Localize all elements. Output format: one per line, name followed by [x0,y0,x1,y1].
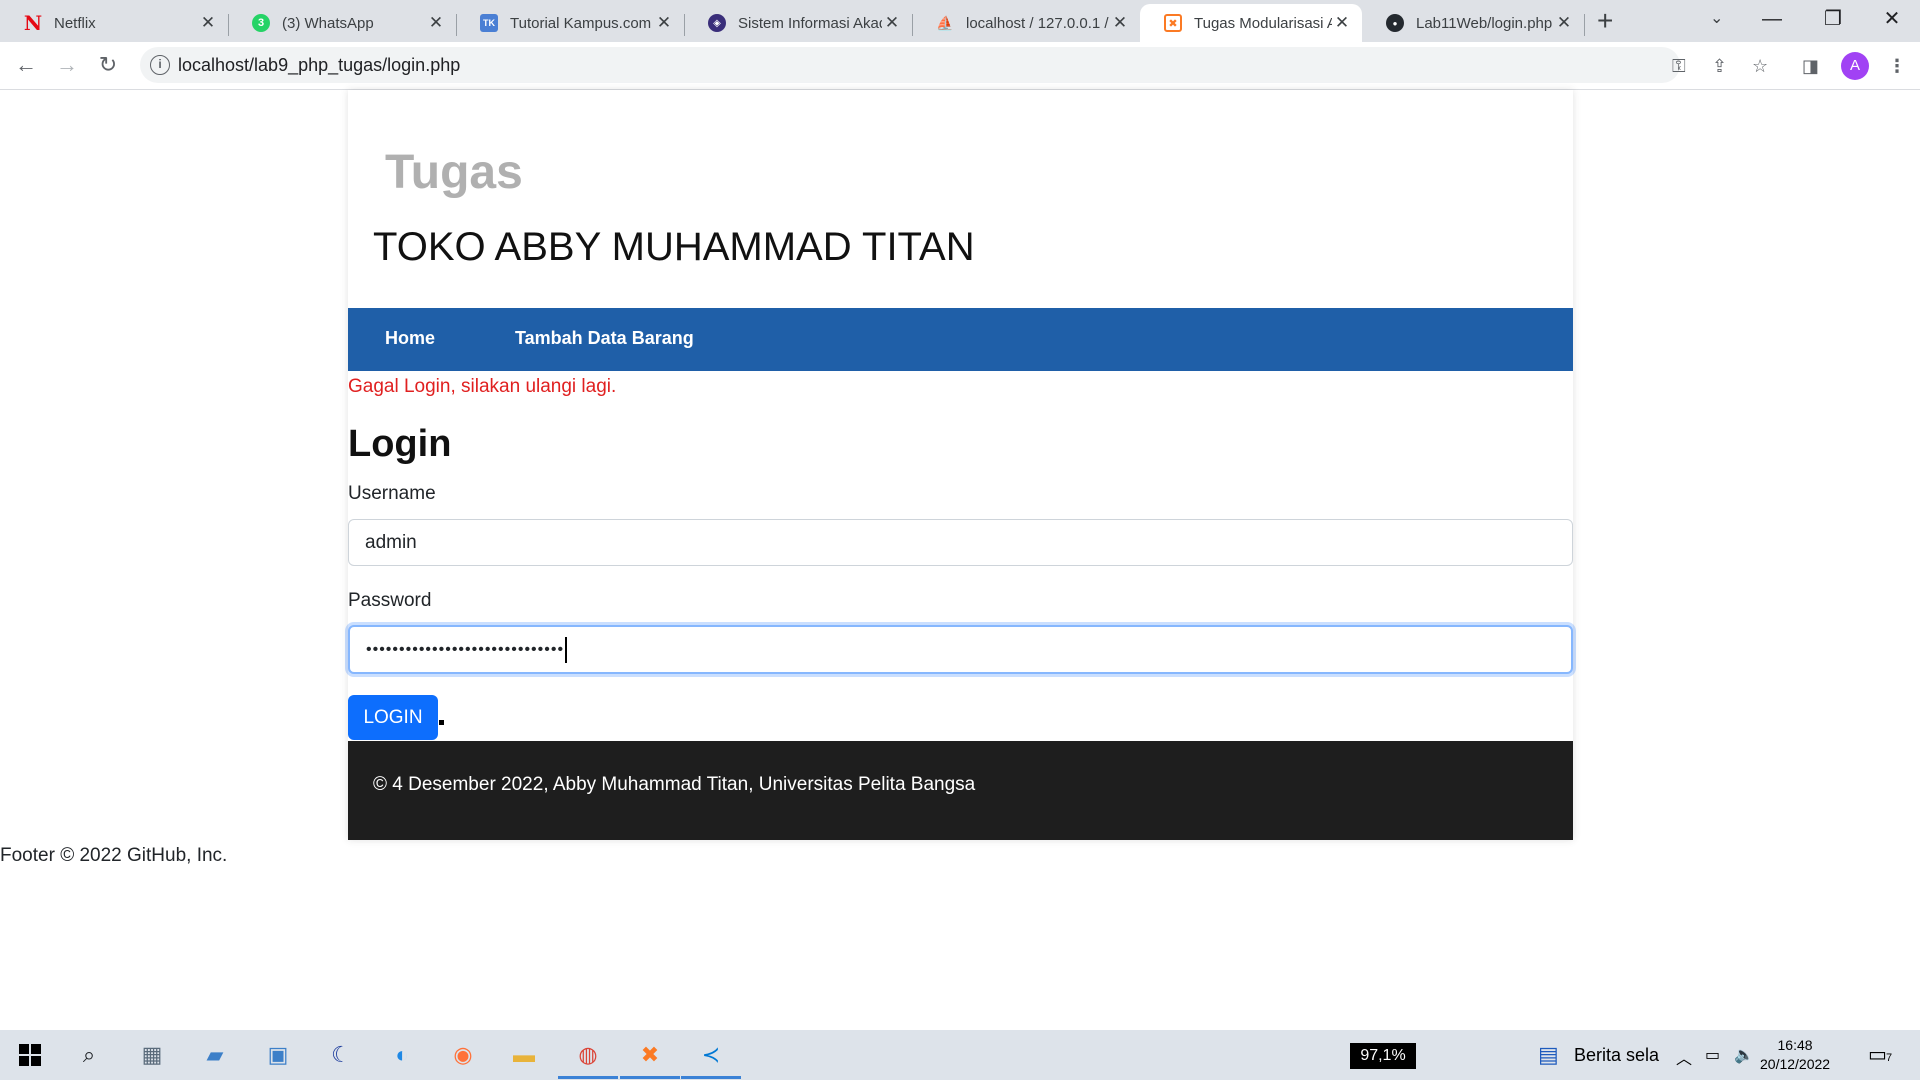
password-label: Password [348,590,432,611]
close-window-button[interactable]: ✕ [1862,4,1920,34]
nav-tambah-data-barang-link[interactable]: Tambah Data Barang [515,328,694,349]
xampp-icon: ✖ [1164,14,1182,32]
battery-icon[interactable]: ▭ [1705,1045,1720,1065]
nav-home-link[interactable]: Home [385,328,435,349]
browser-tab-strip: N Netflix ✕ 3 (3) WhatsApp ✕ TK Tutorial… [0,0,1920,42]
tab-sistem-informasi[interactable]: ◈ Sistem Informasi Akad ✕ [684,4,912,42]
search-icon[interactable]: ⌕ [73,1039,105,1071]
main-nav: Home Tambah Data Barang [348,308,1573,371]
tab-title: Lab11Web/login.php [1416,14,1553,32]
tab-tutorial-kampus[interactable]: TK Tutorial Kampus.com ✕ [456,4,684,42]
edge-browser-icon[interactable]: ◐ [386,1039,418,1071]
bookmark-star-icon[interactable]: ☆ [1752,56,1768,77]
github-icon: ● [1386,14,1404,32]
login-error-message: Gagal Login, silakan ulangi lagi. [348,376,617,397]
username-label: Username [348,483,436,504]
site-header: Tugas TOKO ABBY MUHAMMAD TITAN [348,90,1573,308]
username-value: admin [365,531,417,553]
login-button[interactable]: LOGIN [348,695,438,740]
system-clock[interactable]: 16:48 20/12/2022 [1760,1036,1830,1074]
tab-github-lab11web[interactable]: ● Lab11Web/login.php ✕ [1362,4,1584,42]
vscode-icon[interactable]: ≺ [695,1039,727,1071]
close-tab-icon[interactable]: ✕ [882,13,902,33]
site-logo: Tugas [385,146,523,199]
clock-date: 20/12/2022 [1760,1056,1831,1072]
news-widget-icon[interactable]: ▤ [1538,1042,1559,1068]
close-tab-icon[interactable]: ✕ [426,13,446,33]
reload-icon[interactable]: ↻ [94,52,122,78]
whatsapp-icon: 3 [252,14,270,32]
tab-phpmyadmin[interactable]: ⛵ localhost / 127.0.0.1 / ✕ [912,4,1140,42]
page-container: Tugas TOKO ABBY MUHAMMAD TITAN Home Tamb… [348,90,1573,840]
login-heading: Login [348,423,452,465]
tab-title: Netflix [54,14,96,32]
tab-whatsapp[interactable]: 3 (3) WhatsApp ✕ [228,4,456,42]
new-tab-button[interactable]: + [1597,6,1613,36]
control-panel-icon[interactable]: ▣ [262,1039,294,1071]
tray-chevron-up-icon[interactable]: ︿ [1676,1045,1692,1069]
laptop-icon[interactable]: ▰ [199,1039,231,1071]
phpmyadmin-icon: ⛵ [936,14,954,31]
clock-time: 16:48 [1777,1037,1813,1053]
back-arrow-icon[interactable]: ← [12,52,40,78]
minimize-button[interactable]: — [1742,4,1802,34]
tab-title: Tutorial Kampus.com [510,14,652,32]
site-footer: © 4 Desember 2022, Abby Muhammad Titan, … [348,741,1573,840]
site-title: TOKO ABBY MUHAMMAD TITAN [373,225,975,269]
menu-kebab-icon[interactable]: ⋮ [1888,56,1906,77]
tab-title: Sistem Informasi Akad [738,14,882,32]
notification-center-icon[interactable]: ▭ [1868,1042,1887,1067]
firefox-icon[interactable]: ◉ [447,1039,479,1071]
close-tab-icon[interactable]: ✕ [1110,13,1130,33]
tab-tugas-modularisasi[interactable]: ✖ Tugas Modularisasi A ✕ [1140,4,1362,42]
notification-count: 7 [1886,1052,1893,1064]
close-tab-icon[interactable]: ✕ [1554,13,1574,33]
stray-dot [439,720,444,725]
tab-title: localhost / 127.0.0.1 / [966,14,1109,32]
maximize-button[interactable]: ❐ [1803,4,1863,34]
xampp-taskbar-icon[interactable]: ✖ [634,1039,666,1071]
active-app-indicator [620,1076,680,1079]
close-tab-icon[interactable]: ✕ [654,13,674,33]
browser-toolbar: ← → ↻ i localhost/lab9_php_tugas/login.p… [0,42,1920,90]
tab-title: (3) WhatsApp [282,14,374,32]
chrome-icon[interactable]: ◍ [572,1039,604,1071]
volume-icon[interactable]: 🔈 [1734,1045,1754,1065]
close-tab-icon[interactable]: ✕ [1332,13,1352,33]
share-icon[interactable]: ⇪ [1712,56,1727,77]
university-logo-icon: ◈ [708,14,726,32]
text-caret [565,636,567,663]
page-viewport: Tugas TOKO ABBY MUHAMMAD TITAN Home Tamb… [0,90,1920,1030]
calculator-icon[interactable]: ▦ [136,1039,168,1071]
url-text[interactable]: localhost/lab9_php_tugas/login.php [178,55,460,76]
password-key-icon[interactable]: ⚿ [1672,56,1686,77]
file-explorer-icon[interactable]: ▬ [508,1039,540,1071]
news-widget-text[interactable]: Berita sela [1574,1045,1659,1066]
profile-avatar[interactable]: A [1841,52,1869,80]
windows-taskbar: ⌕ ▦ ▰ ▣ ☾ ◐ ◉ ▬ ◍ ✖ ≺ 97,1% ▤ Berita sel… [0,1030,1920,1080]
netflix-icon: N [23,11,43,35]
app-moon-icon[interactable]: ☾ [325,1039,357,1071]
zoom-indicator: 97,1% [1350,1043,1416,1069]
tab-netflix[interactable]: N Netflix ✕ [0,4,228,42]
side-panel-icon[interactable]: ◨ [1802,56,1819,77]
tab-title: Tugas Modularisasi A [1194,14,1332,32]
tab-search-chevron-icon[interactable]: ⌄ [1710,8,1723,28]
close-tab-icon[interactable]: ✕ [198,13,218,33]
active-app-indicator [558,1076,618,1079]
password-masked-value: •••••••••••••••••••••••••••••• [366,640,565,658]
site-info-icon[interactable]: i [150,55,170,75]
windows-start-icon[interactable] [14,1039,46,1071]
tutorial-kampus-icon: TK [480,14,498,32]
footer-text: © 4 Desember 2022, Abby Muhammad Titan, … [373,774,976,795]
password-field[interactable]: •••••••••••••••••••••••••••••• [348,625,1573,674]
active-app-indicator [681,1076,741,1079]
username-field[interactable]: admin [348,519,1573,566]
forward-arrow-icon[interactable]: → [53,52,81,78]
outer-footer: Footer © 2022 GitHub, Inc. [0,845,228,866]
address-bar[interactable]: i localhost/lab9_php_tugas/login.php ⚿ ⇪… [140,47,1768,83]
